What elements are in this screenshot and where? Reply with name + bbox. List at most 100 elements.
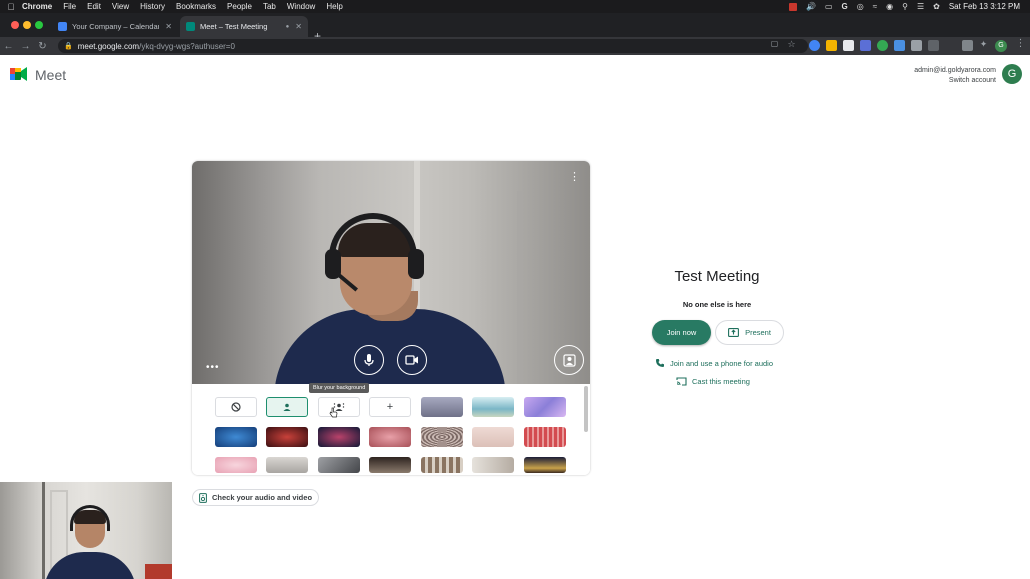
blur-tooltip: Blur your background (309, 383, 370, 393)
user-icon[interactable]: ◉ (886, 2, 893, 11)
menu-help[interactable]: Help (326, 2, 342, 11)
address-bar[interactable]: 🔒 meet.google.com /ykq-dvyg-wgs?authuser… (58, 39, 808, 53)
background-thumbnail[interactable] (421, 427, 463, 447)
close-tab-icon[interactable]: ✕ (165, 22, 172, 31)
microphone-toggle-button[interactable] (354, 345, 384, 375)
volume-icon[interactable]: 🔊 (806, 2, 816, 11)
search-icon[interactable]: ⚲ (902, 2, 908, 11)
url-path: /ykq-dvyg-wgs?authuser=0 (139, 41, 235, 51)
extension-icon[interactable] (911, 40, 922, 51)
back-icon[interactable]: ← (0, 41, 17, 52)
background-effects-button[interactable] (554, 345, 584, 375)
tab-meet[interactable]: Meet – Test Meeting ● ✕ (180, 16, 308, 37)
menu-history[interactable]: History (140, 2, 165, 11)
menu-tab[interactable]: Tab (263, 2, 276, 11)
background-thumbnail[interactable] (524, 427, 566, 447)
close-window-dot[interactable] (11, 21, 19, 29)
lock-icon[interactable]: 🔒 (64, 42, 73, 50)
extension-icon[interactable] (928, 40, 939, 51)
background-thumbnail[interactable] (369, 457, 411, 473)
menu-file[interactable]: File (63, 2, 76, 11)
extension-icon[interactable] (877, 40, 888, 51)
more-options-icon[interactable]: ••• (206, 362, 220, 373)
bookmark-star-icon[interactable]: ☆ (783, 39, 800, 50)
extension-icon[interactable] (860, 40, 871, 51)
more-vert-icon[interactable]: ⋮ (569, 172, 580, 183)
forward-icon[interactable]: → (17, 41, 34, 52)
extension-icon[interactable] (843, 40, 854, 51)
add-icon: + (386, 401, 394, 413)
extension-icon[interactable] (826, 40, 837, 51)
zoom-window-dot[interactable] (35, 21, 43, 29)
media-control-icon[interactable] (962, 40, 973, 51)
cast-meeting-link[interactable]: Cast this meeting (676, 377, 750, 386)
check-audio-label: Check your audio and video (212, 493, 313, 502)
google-icon[interactable]: G (842, 2, 848, 11)
hand-cursor-icon (329, 407, 338, 418)
menu-people[interactable]: People (227, 2, 252, 11)
tab-calendar[interactable]: Your Company – Calendar - W ✕ (52, 16, 178, 37)
background-thumbnail[interactable] (215, 427, 257, 447)
camera-toggle-button[interactable] (397, 345, 427, 375)
display-icon[interactable]: ▭ (825, 2, 833, 11)
background-thumbnail[interactable] (318, 457, 360, 473)
account-email: admin@id.goldyarora.com (914, 67, 996, 74)
phone-icon (656, 359, 664, 367)
phone-audio-label: Join and use a phone for audio (670, 358, 773, 368)
phone-audio-link[interactable]: Join and use a phone for audio (655, 358, 773, 368)
menu-window[interactable]: Window (287, 2, 315, 11)
meet-logo-icon[interactable] (10, 66, 28, 82)
background-door (517, 191, 522, 384)
effect-none-button[interactable] (215, 397, 257, 417)
apple-icon[interactable]:  (0, 2, 22, 12)
effects-scrollbar[interactable] (584, 386, 588, 432)
background-thumbnail[interactable] (524, 397, 566, 417)
present-button[interactable]: Present (715, 320, 784, 345)
browser-menu-icon[interactable]: ⋮ (1012, 38, 1029, 49)
minimize-window-dot[interactable] (23, 21, 31, 29)
menu-edit[interactable]: Edit (87, 2, 101, 11)
present-screen-icon (728, 328, 740, 337)
extension-icon[interactable] (894, 40, 905, 51)
meeting-title: Test Meeting (674, 268, 760, 285)
control-center-icon[interactable]: ☰ (917, 2, 924, 11)
check-audio-video-button[interactable]: Check your audio and video (192, 489, 319, 506)
background-thumbnail[interactable] (421, 397, 463, 417)
background-thumbnail[interactable] (524, 457, 566, 473)
background-thumbnail[interactable] (215, 457, 257, 473)
app-title[interactable]: Meet (35, 67, 66, 83)
background-thumbnail[interactable] (369, 427, 411, 447)
menu-view[interactable]: View (112, 2, 129, 11)
headset-band (329, 213, 417, 273)
background-thumbnail[interactable] (318, 427, 360, 447)
background-thumbnail[interactable] (266, 427, 308, 447)
sync-icon[interactable]: ◎ (857, 2, 864, 11)
siri-icon[interactable]: ✿ (933, 2, 940, 11)
background-thumbnail[interactable] (421, 457, 463, 473)
background-thumbnail[interactable] (472, 457, 514, 473)
tab-strip: Your Company – Calendar - W ✕ Meet – Tes… (0, 13, 1030, 43)
background-thumbnail[interactable] (472, 427, 514, 447)
switch-account-link[interactable]: Switch account (914, 76, 996, 86)
menu-app-name[interactable]: Chrome (22, 2, 52, 11)
reload-icon[interactable]: ↻ (34, 41, 51, 52)
menu-bookmarks[interactable]: Bookmarks (176, 2, 216, 11)
close-tab-icon[interactable]: ✕ (295, 22, 302, 31)
camera-in-use-icon[interactable]: ▢ (766, 39, 783, 48)
no-effect-icon (231, 402, 241, 412)
extensions-puzzle-icon[interactable]: ✦ (975, 39, 992, 50)
browser-profile-avatar[interactable]: G (995, 40, 1007, 52)
background-thumbnail[interactable] (266, 457, 308, 473)
clock-text[interactable]: Sat Feb 13 3:12 PM (949, 2, 1020, 11)
background-thumbnail[interactable] (472, 397, 514, 417)
extension-icon[interactable] (809, 40, 820, 51)
recording-indicator-icon: ● (285, 23, 290, 30)
avatar[interactable]: G (1002, 64, 1022, 84)
effect-slight-blur-button[interactable] (266, 397, 308, 417)
wifi-icon[interactable]: ≈ (873, 2, 877, 11)
recording-icon[interactable] (788, 2, 797, 11)
join-now-button[interactable]: Join now (652, 320, 711, 345)
effect-blur-button[interactable] (318, 397, 360, 417)
account-info[interactable]: admin@id.goldyarora.com Switch account (914, 66, 996, 86)
add-background-button[interactable]: + (369, 397, 411, 417)
